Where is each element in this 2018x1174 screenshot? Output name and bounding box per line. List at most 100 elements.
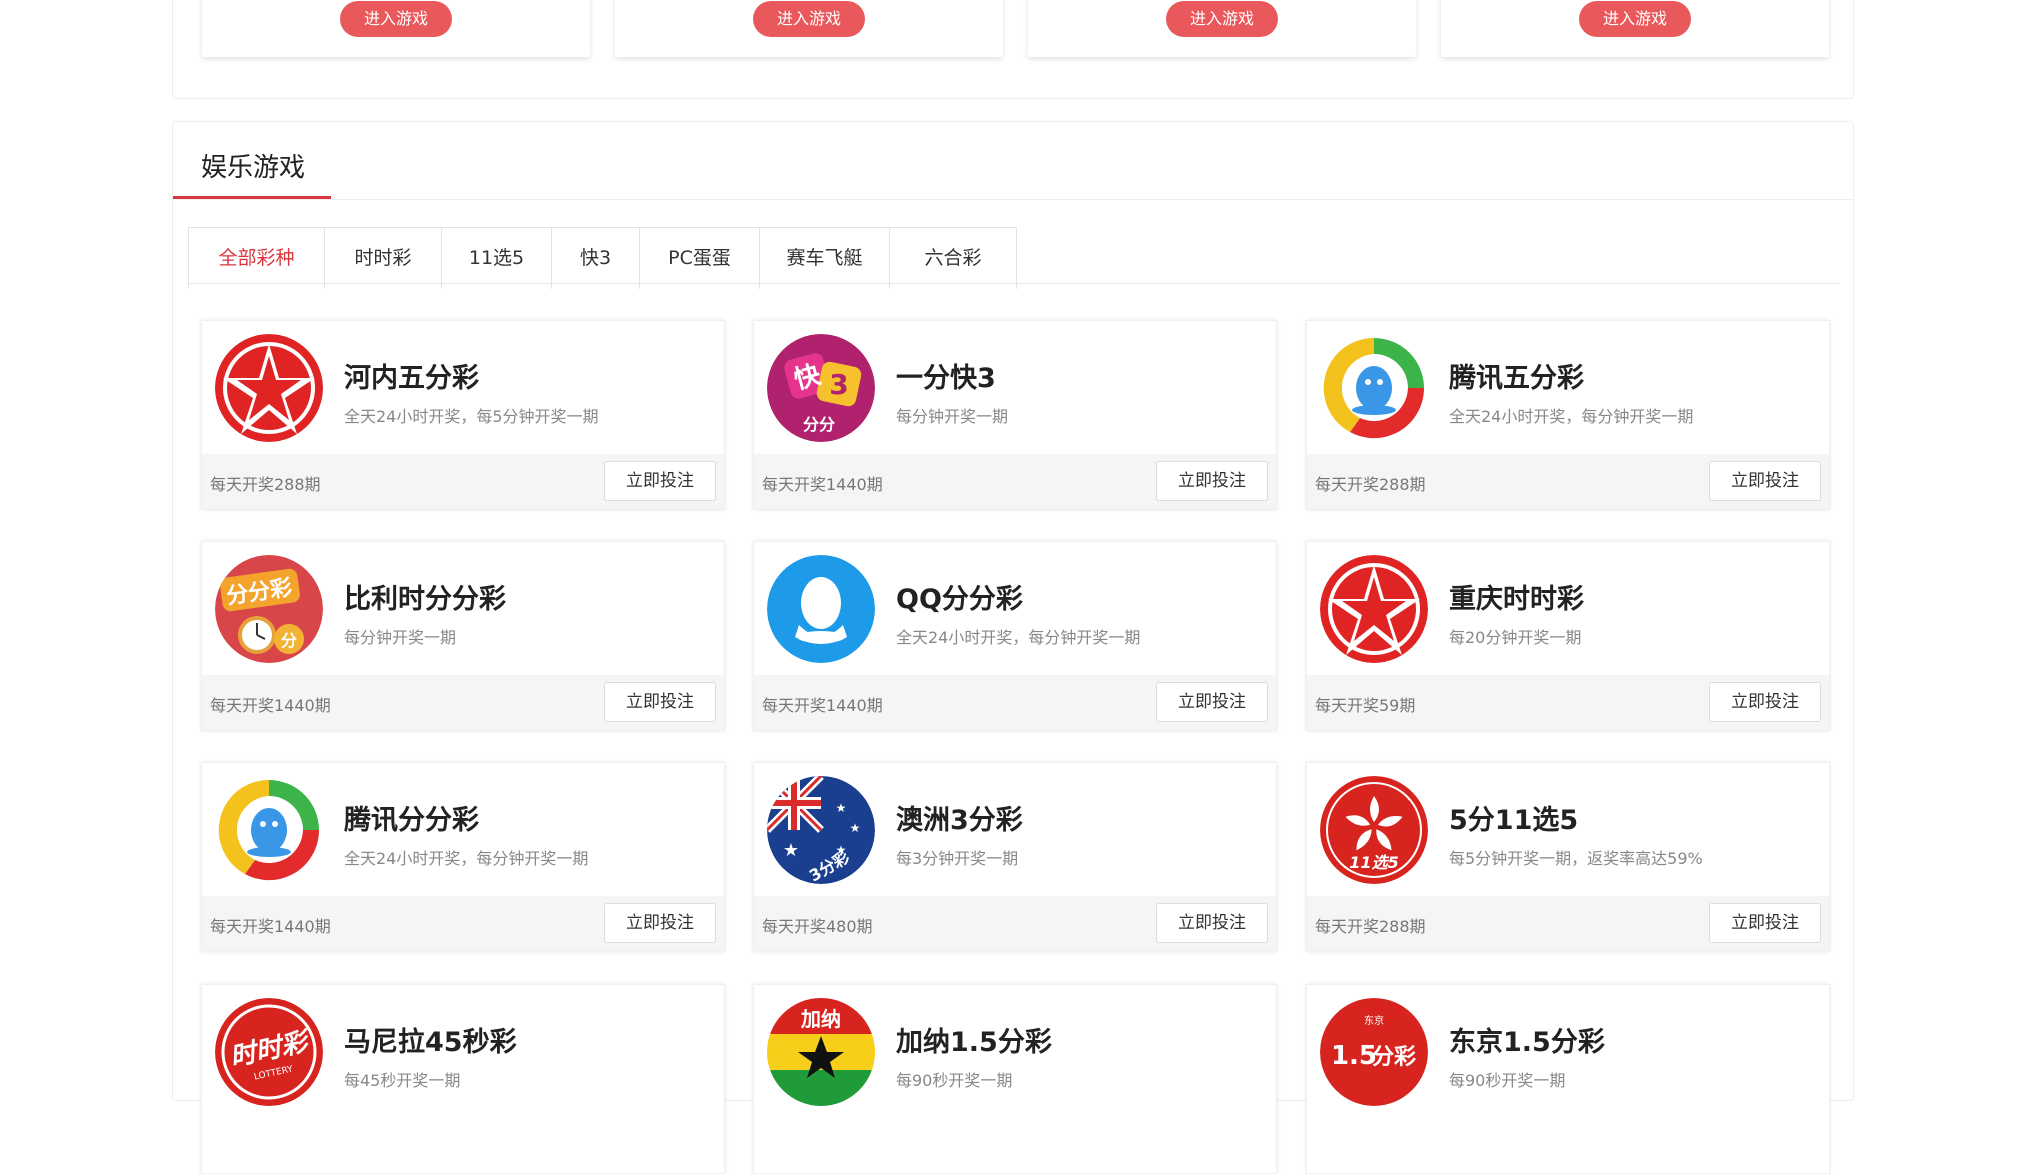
logo-text: 1.5 xyxy=(1331,1041,1377,1071)
game-name: 重庆时时彩 xyxy=(1449,584,1584,615)
red-star-icon xyxy=(215,334,323,442)
game-description: 全天24小时开奖，每分钟开奖一期 xyxy=(1449,407,1694,426)
logo-text: 分 xyxy=(281,631,297,650)
game-name: 腾讯五分彩 xyxy=(1449,363,1584,394)
daily-draws: 每天开奖288期 xyxy=(210,475,321,494)
game-name: 河内五分彩 xyxy=(344,363,479,394)
bet-now-button[interactable]: 立即投注 xyxy=(604,461,716,501)
bet-now-button[interactable]: 立即投注 xyxy=(1156,461,1268,501)
enter-game-button[interactable]: 进入游戏 xyxy=(1166,1,1278,37)
daily-draws: 每天开奖59期 xyxy=(1315,696,1416,715)
game-card[interactable]: 分分彩 分 比利时分分彩 每分钟开奖一期 每天开奖1440期 立即投注 xyxy=(201,541,725,731)
red-star-icon xyxy=(1320,555,1428,663)
game-description: 全天24小时开奖，每分钟开奖一期 xyxy=(896,628,1141,647)
game-card[interactable]: 快 3 分分 一分快3 每分钟开奖一期 每天开奖1440期 立即投注 xyxy=(753,320,1277,510)
game-card[interactable]: 东京 1.5 分彩 东京1.5分彩 每90秒开奖一期 xyxy=(1306,984,1830,1174)
game-name: 马尼拉45秒彩 xyxy=(344,1027,517,1058)
kuai3-icon: 快 3 分分 xyxy=(767,334,875,442)
tab-kuai3[interactable]: 快3 xyxy=(552,228,640,289)
logo-text: 11选5 xyxy=(1349,853,1398,872)
ghana-flag-icon: 加纳 xyxy=(767,998,875,1106)
game-description: 每分钟开奖一期 xyxy=(896,407,1009,426)
entertainment-games-section: 娱乐游戏 全部彩种 时时彩 11选5 快3 PC蛋蛋 赛车飞艇 六合彩 河内五分… xyxy=(172,121,1854,1174)
shishicai-lottery-icon: 时时彩 LOTTERY xyxy=(215,998,323,1106)
game-name: 5分11选5 xyxy=(1449,805,1579,836)
fenfencai-clock-icon: 分分彩 分 xyxy=(215,555,323,663)
game-name: 东京1.5分彩 xyxy=(1449,1027,1605,1058)
featured-game-card: 进入游戏 xyxy=(202,0,590,57)
11x5-flower-icon: 11选5 xyxy=(1320,776,1428,884)
game-description: 每3分钟开奖一期 xyxy=(896,849,1019,868)
section-header: 娱乐游戏 xyxy=(173,122,1853,200)
daily-draws: 每天开奖480期 xyxy=(762,917,873,936)
bet-now-button[interactable]: 立即投注 xyxy=(1709,461,1821,501)
tab-pcdandan[interactable]: PC蛋蛋 xyxy=(640,228,760,289)
bet-now-button[interactable]: 立即投注 xyxy=(1156,903,1268,943)
game-card-footer: 每天开奖59期 立即投注 xyxy=(1307,675,1829,730)
game-card[interactable]: 时时彩 LOTTERY 马尼拉45秒彩 每45秒开奖一期 xyxy=(201,984,725,1174)
logo-text: 分彩 xyxy=(1372,1045,1416,1070)
enter-game-button[interactable]: 进入游戏 xyxy=(340,1,452,37)
featured-game-card: 进入游戏 xyxy=(1441,0,1829,57)
game-card-footer: 每天开奖480期 立即投注 xyxy=(754,896,1276,951)
game-name: 澳洲3分彩 xyxy=(896,805,1023,836)
game-description: 每20分钟开奖一期 xyxy=(1449,628,1582,647)
lottery-tabs: 全部彩种 时时彩 11选5 快3 PC蛋蛋 赛车飞艇 六合彩 xyxy=(188,227,1017,289)
logo-text: 分分 xyxy=(803,415,835,434)
game-card-footer: 每天开奖1440期 立即投注 xyxy=(754,675,1276,730)
game-description: 全天24小时开奖，每分钟开奖一期 xyxy=(344,849,589,868)
game-card[interactable]: ★ ★ ★ ★ 3分彩 澳洲3分彩 每3分钟开奖一期 每天开奖480期 立即投注 xyxy=(753,762,1277,952)
game-description: 全天24小时开奖，每5分钟开奖一期 xyxy=(344,407,599,426)
section-title-underline xyxy=(173,196,331,199)
game-card-footer: 每天开奖1440期 立即投注 xyxy=(202,896,724,951)
tab-11x5[interactable]: 11选5 xyxy=(442,228,552,289)
enter-game-button[interactable]: 进入游戏 xyxy=(753,1,865,37)
game-card-footer: 每天开奖1440期 立即投注 xyxy=(202,675,724,730)
game-description: 每90秒开奖一期 xyxy=(896,1071,1013,1090)
daily-draws: 每天开奖288期 xyxy=(1315,475,1426,494)
game-card-footer: 每天开奖288期 立即投注 xyxy=(202,454,724,509)
australia-flag-icon: ★ ★ ★ ★ 3分彩 xyxy=(767,776,875,884)
daily-draws: 每天开奖288期 xyxy=(1315,917,1426,936)
game-card-footer: 每天开奖288期 立即投注 xyxy=(1307,896,1829,951)
featured-game-card: 进入游戏 xyxy=(615,0,1003,57)
tab-marksix[interactable]: 六合彩 xyxy=(890,228,1016,289)
game-card[interactable]: 河内五分彩 全天24小时开奖，每5分钟开奖一期 每天开奖288期 立即投注 xyxy=(201,320,725,510)
tabs-divider xyxy=(188,283,1840,284)
game-card-footer: 每天开奖288期 立即投注 xyxy=(1307,454,1829,509)
featured-game-card: 进入游戏 xyxy=(1028,0,1416,57)
game-name: 腾讯分分彩 xyxy=(344,805,479,836)
bet-now-button[interactable]: 立即投注 xyxy=(1709,682,1821,722)
game-description: 每分钟开奖一期 xyxy=(344,628,457,647)
game-card[interactable]: 加纳 加纳1.5分彩 每90秒开奖一期 xyxy=(753,984,1277,1174)
section-title: 娱乐游戏 xyxy=(201,153,306,183)
daily-draws: 每天开奖1440期 xyxy=(762,696,883,715)
logo-text: 3 xyxy=(829,368,848,401)
tab-shishicai[interactable]: 时时彩 xyxy=(325,228,442,289)
bet-now-button[interactable]: 立即投注 xyxy=(1156,682,1268,722)
game-card[interactable]: QQ分分彩 全天24小时开奖，每分钟开奖一期 每天开奖1440期 立即投注 xyxy=(753,541,1277,731)
game-card-footer: 每天开奖1440期 立即投注 xyxy=(754,454,1276,509)
game-card[interactable]: 腾讯分分彩 全天24小时开奖，每分钟开奖一期 每天开奖1440期 立即投注 xyxy=(201,762,725,952)
tokyo-15-icon: 东京 1.5 分彩 xyxy=(1320,998,1428,1106)
qq-penguin-icon xyxy=(767,555,875,663)
bet-now-button[interactable]: 立即投注 xyxy=(604,682,716,722)
svg-text:★: ★ xyxy=(783,840,799,861)
game-name: QQ分分彩 xyxy=(896,584,1023,615)
tab-racing[interactable]: 赛车飞艇 xyxy=(760,228,890,289)
bet-now-button[interactable]: 立即投注 xyxy=(1709,903,1821,943)
svg-text:★: ★ xyxy=(836,801,847,815)
game-card[interactable]: 重庆时时彩 每20分钟开奖一期 每天开奖59期 立即投注 xyxy=(1306,541,1830,731)
game-name: 一分快3 xyxy=(896,363,996,394)
logo-text: 加纳 xyxy=(800,1007,841,1031)
game-name: 比利时分分彩 xyxy=(344,584,506,615)
game-card[interactable]: 11选5 5分11选5 每5分钟开奖一期，返奖率高达59% 每天开奖288期 立… xyxy=(1306,762,1830,952)
game-card[interactable]: 腾讯五分彩 全天24小时开奖，每分钟开奖一期 每天开奖288期 立即投注 xyxy=(1306,320,1830,510)
enter-game-button[interactable]: 进入游戏 xyxy=(1579,1,1691,37)
tab-all[interactable]: 全部彩种 xyxy=(189,228,325,289)
daily-draws: 每天开奖1440期 xyxy=(210,917,331,936)
game-name: 加纳1.5分彩 xyxy=(896,1027,1052,1058)
bet-now-button[interactable]: 立即投注 xyxy=(604,903,716,943)
game-description: 每90秒开奖一期 xyxy=(1449,1071,1566,1090)
game-description: 每5分钟开奖一期，返奖率高达59% xyxy=(1449,849,1703,868)
